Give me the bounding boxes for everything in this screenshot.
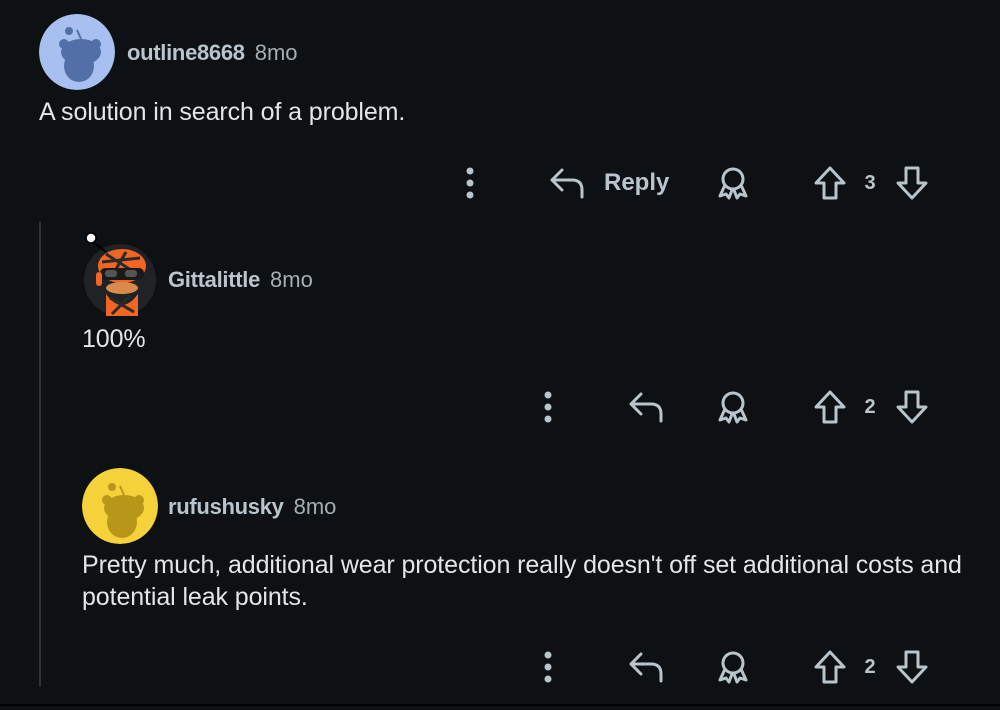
- vote-count: 2: [864, 396, 876, 418]
- comment-meta: rufushusky 8mo: [168, 494, 336, 520]
- award-button[interactable]: [713, 164, 753, 202]
- vote-count: 2: [864, 656, 876, 678]
- username[interactable]: Gittalittle: [168, 267, 260, 293]
- reply-button[interactable]: Reply: [548, 164, 669, 202]
- comment-body: Pretty much, additional wear protection …: [82, 551, 962, 611]
- downvote-button[interactable]: [894, 388, 930, 426]
- more-options-button[interactable]: [457, 164, 483, 202]
- more-options-button[interactable]: [535, 648, 561, 686]
- timestamp: 8mo: [270, 267, 313, 292]
- snoo-avatar-icon: [39, 14, 115, 90]
- comment-meta: outline8668 8mo: [127, 40, 298, 66]
- upvote-arrow-icon: [814, 166, 846, 200]
- downvote-arrow-icon: [896, 166, 928, 200]
- timestamp: 8mo: [254, 40, 298, 65]
- downvote-button[interactable]: [894, 648, 930, 686]
- upvote-arrow-icon: [814, 650, 846, 684]
- more-options-icon: [544, 651, 552, 683]
- award-icon: [718, 391, 748, 424]
- downvote-button[interactable]: [894, 164, 930, 202]
- reply-button[interactable]: [626, 648, 666, 686]
- username[interactable]: rufushusky: [168, 494, 284, 520]
- comment-body: 100%: [82, 325, 146, 353]
- thread-line[interactable]: [39, 222, 41, 687]
- more-options-icon: [466, 167, 474, 199]
- downvote-arrow-icon: [896, 390, 928, 424]
- more-options-icon: [544, 391, 552, 423]
- award-button[interactable]: [713, 648, 753, 686]
- more-options-button[interactable]: [535, 388, 561, 426]
- vote-count: 3: [864, 172, 876, 194]
- reply-arrow-icon: [550, 168, 584, 199]
- username[interactable]: outline8668: [127, 40, 245, 66]
- divider: [0, 704, 1000, 706]
- award-icon: [718, 167, 748, 200]
- snoo-avatar-icon: [82, 468, 158, 544]
- avatar[interactable]: [39, 14, 115, 90]
- timestamp: 8mo: [293, 494, 337, 519]
- award-button[interactable]: [713, 388, 753, 426]
- award-icon: [718, 651, 748, 684]
- upvote-arrow-icon: [814, 390, 846, 424]
- reply-arrow-icon: [629, 392, 663, 423]
- comment-meta: Gittalittle 8mo: [168, 267, 313, 293]
- upvote-button[interactable]: [812, 388, 848, 426]
- avatar[interactable]: [82, 232, 158, 320]
- reply-button[interactable]: [626, 388, 666, 426]
- comment-body: A solution in search of a problem.: [39, 98, 406, 126]
- upvote-button[interactable]: [812, 164, 848, 202]
- avatar[interactable]: [82, 468, 158, 544]
- reply-arrow-icon: [629, 652, 663, 683]
- snoo-avatar-icon: [84, 232, 156, 316]
- downvote-arrow-icon: [896, 650, 928, 684]
- reply-label: Reply: [604, 169, 670, 196]
- upvote-button[interactable]: [812, 648, 848, 686]
